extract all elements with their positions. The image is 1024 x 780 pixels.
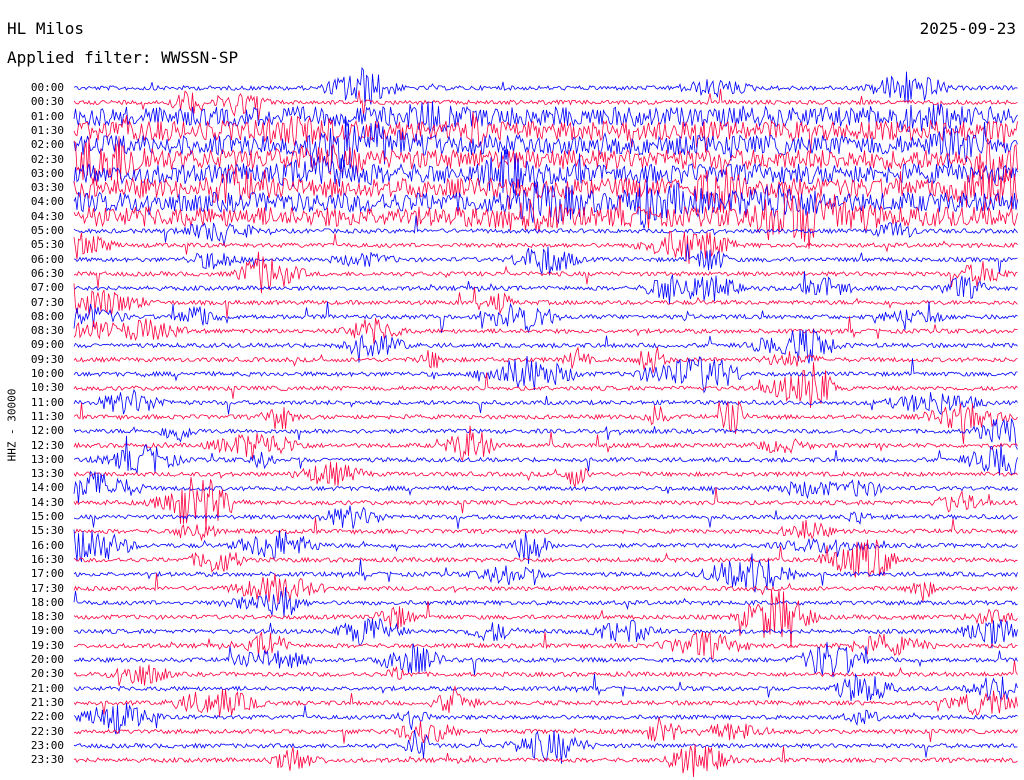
trace-line-1130 xyxy=(73,400,1018,444)
trace-line-1400 xyxy=(73,470,1018,503)
trace-line-0000 xyxy=(73,66,1018,107)
trace-line-1230 xyxy=(73,425,1018,462)
trace-line-1330 xyxy=(73,461,1018,488)
trace-line-1800 xyxy=(73,587,1018,618)
trace-line-1930 xyxy=(73,631,1018,660)
trace-line-2030 xyxy=(73,660,1018,687)
trace-line-1430 xyxy=(73,477,1018,530)
helicorder-plot xyxy=(73,66,1018,778)
trace-line-1530 xyxy=(73,517,1018,542)
trace-line-1500 xyxy=(73,505,1018,529)
trace-line-2230 xyxy=(73,717,1018,744)
trace-line-1300 xyxy=(73,435,1018,476)
trace-line-2100 xyxy=(73,672,1018,702)
trace-line-1730 xyxy=(73,572,1018,604)
trace-line-2200 xyxy=(73,702,1018,735)
trace-line-0800 xyxy=(73,301,1018,333)
trace-line-2000 xyxy=(73,642,1018,678)
trace-line-0600 xyxy=(73,243,1018,276)
trace-line-1200 xyxy=(73,418,1018,450)
trace-line-0700 xyxy=(73,271,1018,305)
trace-line-0930 xyxy=(73,346,1018,374)
trace-line-1100 xyxy=(73,388,1018,416)
